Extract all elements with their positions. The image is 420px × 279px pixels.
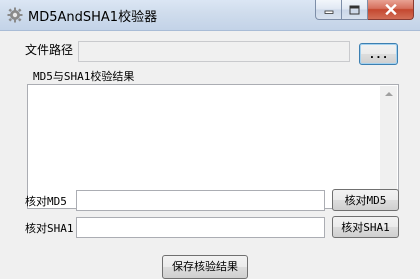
browse-button[interactable]: ... (359, 43, 398, 65)
save-result-button[interactable]: 保存核验结果 (162, 255, 248, 279)
md5-label: 核对MD5 (25, 195, 67, 208)
maximize-button[interactable] (342, 0, 368, 20)
sha1-label: 核对SHA1 (25, 222, 74, 235)
client-area: 文件路径 ... MD5与SHA1校验结果 核对MD5 核对MD5 核对SHA1… (0, 31, 420, 279)
maximize-icon (349, 5, 360, 14)
file-path-label: 文件路径 (25, 43, 74, 57)
result-label: MD5与SHA1校验结果 (33, 70, 135, 83)
caption-buttons (315, 0, 414, 20)
gear-icon (7, 7, 23, 23)
check-md5-button[interactable]: 核对MD5 (332, 189, 399, 211)
window-title: MD5AndSHA1校验器 (28, 10, 158, 25)
minimize-button[interactable] (315, 0, 342, 20)
sha1-input[interactable] (76, 217, 325, 238)
close-icon (384, 4, 397, 15)
file-path-input[interactable] (78, 41, 350, 62)
md5-input[interactable] (76, 190, 325, 211)
scroll-up-icon[interactable] (385, 92, 393, 96)
check-sha1-button[interactable]: 核对SHA1 (332, 216, 399, 238)
minimize-icon (324, 10, 333, 14)
close-button[interactable] (368, 0, 414, 20)
title-bar[interactable]: MD5AndSHA1校验器 (0, 0, 420, 31)
